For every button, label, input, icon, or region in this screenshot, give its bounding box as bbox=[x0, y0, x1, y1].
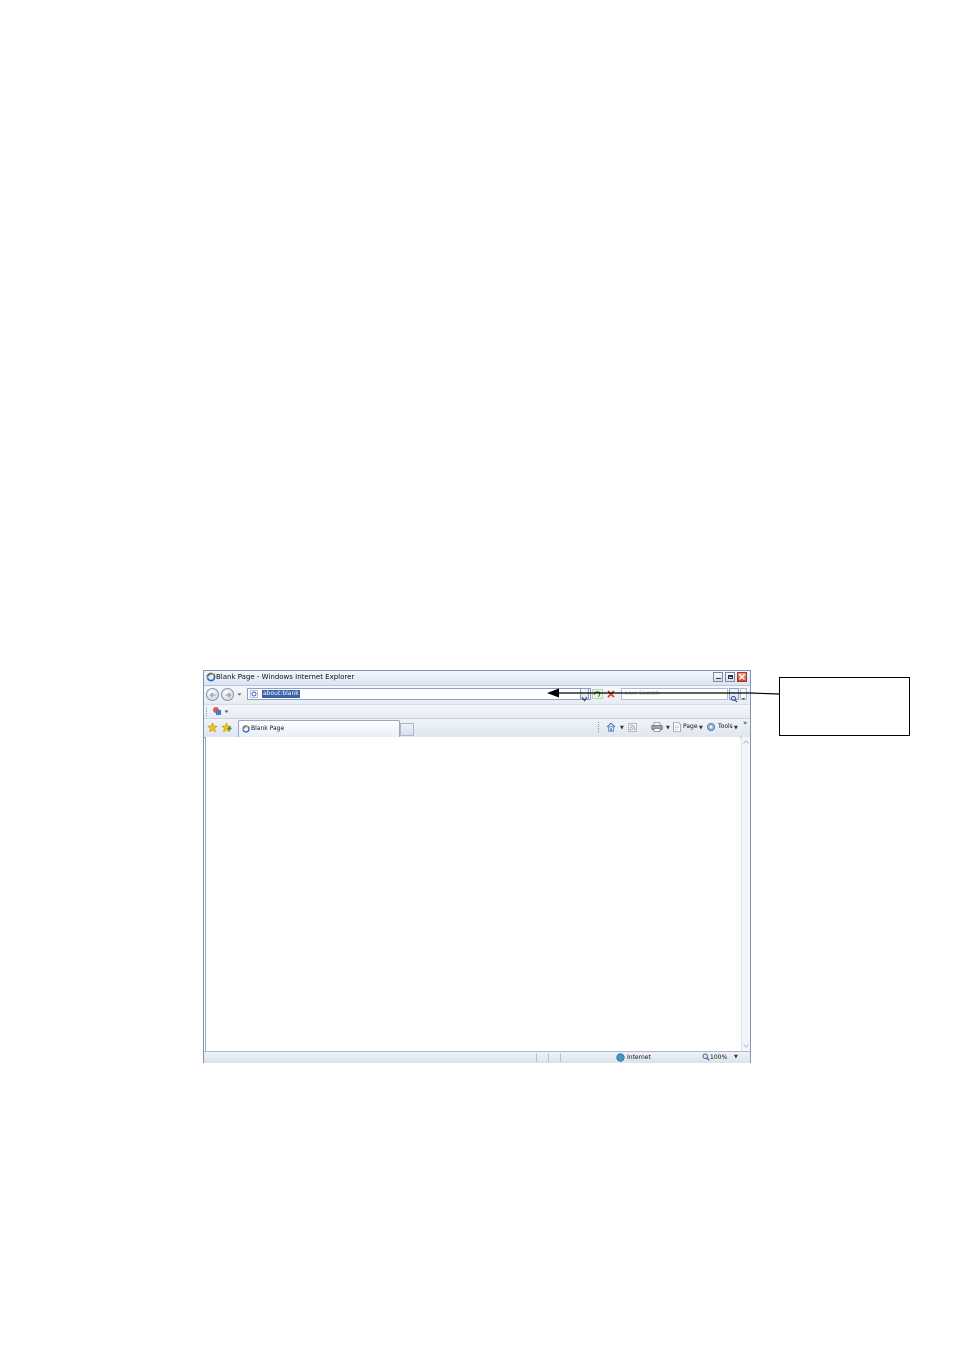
callout-box bbox=[779, 677, 910, 736]
callout-arrow bbox=[547, 688, 780, 698]
